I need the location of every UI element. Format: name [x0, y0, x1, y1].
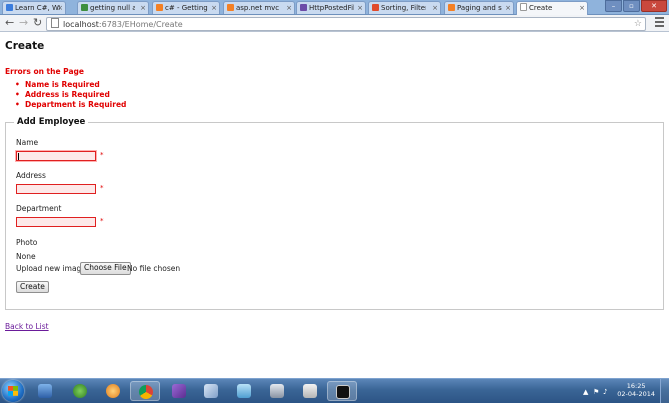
close-tab-icon[interactable]: ×: [57, 2, 63, 14]
taskbar: ▲ ⚑ ♪ 16:25 02-04-2014: [0, 378, 669, 403]
tab-create[interactable]: Create ×: [516, 1, 588, 15]
stackoverflow-icon: [448, 4, 455, 11]
back-icon[interactable]: ←: [5, 16, 14, 30]
microsoft-icon: [372, 4, 379, 11]
choose-file-button[interactable]: Choose File: [80, 262, 131, 275]
page-title: Create: [5, 40, 45, 52]
page-icon: [51, 18, 59, 28]
maximize-icon[interactable]: ▫: [623, 0, 640, 12]
system-tray: ▲ ⚑ ♪ 16:25 02-04-2014: [579, 379, 669, 403]
minimize-icon[interactable]: –: [605, 0, 622, 12]
close-tab-icon[interactable]: ×: [579, 2, 585, 15]
address-label: Address: [16, 171, 46, 180]
name-label: Name: [16, 138, 39, 147]
close-tab-icon[interactable]: ×: [140, 2, 146, 14]
tab-getting-null[interactable]: getting null as h×: [77, 1, 149, 14]
photo-none-text: None: [16, 252, 36, 261]
name-input[interactable]: [16, 151, 96, 161]
required-mark: *: [100, 151, 104, 159]
photo-label: Photo: [16, 238, 38, 247]
menu-icon[interactable]: [655, 17, 664, 29]
stackoverflow-icon: [156, 4, 163, 11]
tab-getting-the[interactable]: c# - Getting the×: [152, 1, 220, 14]
tab-httppostedfile[interactable]: HttpPostedFileB×: [296, 1, 366, 14]
browser-toolbar: ← → ↻ localhost:6783/EHome/Create ☆: [0, 15, 669, 32]
clock[interactable]: 16:25 02-04-2014: [617, 382, 655, 398]
fieldset-legend: Add Employee: [14, 117, 89, 127]
tab-aspnet-mvc[interactable]: asp.net mvc - U×: [223, 1, 295, 14]
required-mark: *: [100, 217, 104, 225]
clock-date: 02-04-2014: [617, 390, 655, 398]
tab-learn-csharp[interactable]: Learn C#, WPF×: [2, 1, 66, 14]
error-item: Department is Required: [15, 100, 126, 110]
close-tab-icon[interactable]: ×: [211, 2, 217, 14]
text-caret: [18, 153, 19, 160]
department-label: Department: [16, 204, 62, 213]
bookmark-star-icon[interactable]: ☆: [634, 18, 642, 30]
forward-icon[interactable]: →: [19, 16, 28, 30]
flag-icon[interactable]: ⚑: [593, 388, 599, 396]
upload-label: Upload new image:: [16, 264, 89, 273]
url-path: :6783/EHome/Create: [98, 20, 183, 29]
error-item: Address is Required: [15, 90, 126, 100]
frog-icon[interactable]: [65, 381, 95, 401]
terminal-icon[interactable]: [295, 381, 325, 401]
close-tab-icon[interactable]: ×: [432, 2, 438, 14]
media-icon[interactable]: [98, 381, 128, 401]
page-icon: [520, 3, 527, 11]
stackoverflow-icon: [227, 4, 234, 11]
address-input[interactable]: [16, 184, 96, 194]
page-content: Create Errors on the Page Name is Requir…: [5, 40, 665, 331]
back-to-list-link[interactable]: Back to List: [5, 322, 49, 331]
close-tab-icon[interactable]: ×: [505, 2, 511, 14]
tab-sorting-filtering[interactable]: Sorting, Filtering×: [368, 1, 441, 14]
errors-title: Errors on the Page: [5, 67, 84, 76]
create-button[interactable]: Create: [16, 281, 49, 293]
volume-icon[interactable]: ♪: [603, 388, 607, 396]
reload-icon[interactable]: ↻: [33, 16, 42, 30]
site-favicon: [81, 4, 88, 11]
explorer-icon[interactable]: [30, 381, 60, 401]
chrome-icon[interactable]: [130, 381, 160, 401]
show-desktop-button[interactable]: [660, 379, 669, 403]
start-button[interactable]: [2, 380, 24, 402]
site-favicon: [300, 4, 307, 11]
clock-time: 16:25: [626, 382, 646, 390]
tab-strip: Learn C#, WPF× getting null as h× c# - G…: [0, 0, 669, 15]
cmd-icon[interactable]: [327, 381, 357, 401]
close-tab-icon[interactable]: ×: [357, 2, 363, 14]
notepad-icon[interactable]: [229, 381, 259, 401]
close-tab-icon[interactable]: ×: [286, 2, 292, 14]
department-input[interactable]: [16, 217, 96, 227]
close-window-icon[interactable]: ✕: [641, 0, 667, 12]
add-employee-fieldset: Add Employee Name * Address * Department…: [5, 117, 664, 310]
required-mark: *: [100, 184, 104, 192]
site-favicon: [6, 4, 13, 11]
tab-paging-sort[interactable]: Paging and sort×: [444, 1, 514, 14]
address-bar[interactable]: localhost:6783/EHome/Create ☆: [46, 17, 646, 31]
window-controls: – ▫ ✕: [604, 0, 667, 12]
show-hidden-icons-icon[interactable]: ▲: [583, 388, 588, 396]
url-host: localhost: [63, 20, 99, 29]
windows-logo-icon: [8, 386, 18, 396]
error-item: Name is Required: [15, 80, 126, 90]
visual-studio-icon[interactable]: [164, 381, 194, 401]
tools-icon[interactable]: [196, 381, 226, 401]
no-file-text: No file chosen: [127, 264, 181, 273]
validation-summary: Name is Required Address is Required Dep…: [15, 80, 126, 110]
network-icon[interactable]: [262, 381, 292, 401]
